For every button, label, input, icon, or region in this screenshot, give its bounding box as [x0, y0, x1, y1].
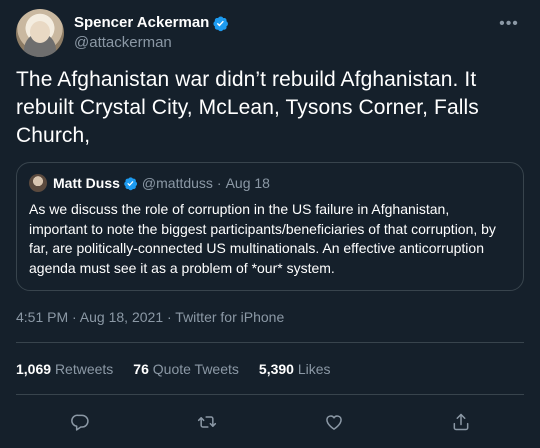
quoted-author-handle: @mattduss: [141, 175, 213, 191]
quoted-author-avatar: [29, 174, 47, 192]
verified-badge-icon: [213, 16, 229, 31]
quote-tweets-stat[interactable]: 76 Quote Tweets: [133, 361, 239, 377]
author-name-row: Spencer Ackerman: [74, 13, 494, 33]
author-display-name[interactable]: Spencer Ackerman: [74, 13, 209, 33]
author-avatar[interactable]: [16, 9, 64, 57]
reply-button[interactable]: [62, 404, 98, 440]
tweet-timestamp[interactable]: 4:51 PM · Aug 18, 2021 · Twitter for iPh…: [16, 307, 524, 327]
likes-count: 5,390: [258, 360, 294, 377]
retweet-button[interactable]: [189, 404, 225, 440]
quoted-tweet-header: Matt Duss @mattduss · Aug 18: [29, 173, 511, 193]
retweets-count: 1,069: [16, 360, 52, 377]
likes-label: Likes: [297, 360, 331, 377]
quoted-date: Aug 18: [225, 175, 270, 191]
quoted-separator: ·: [216, 175, 222, 191]
more-icon[interactable]: •••: [494, 15, 524, 33]
tweet-text: The Afghanistan war didn’t rebuild Afgha…: [16, 68, 479, 147]
share-button[interactable]: [443, 404, 479, 440]
retweets-label: Retweets: [54, 360, 114, 377]
author-handle[interactable]: @attackerman: [74, 33, 494, 53]
quoted-tweet-text: As we discuss the role of corruption in …: [29, 201, 496, 276]
retweet-icon: [197, 415, 216, 428]
quote-tweets-count: 76: [133, 360, 149, 377]
quoted-tweet[interactable]: Matt Duss @mattduss · Aug 18 As we discu…: [16, 162, 524, 291]
tweet-stats: 1,069 Retweets 76 Quote Tweets 5,390 Lik…: [16, 343, 524, 394]
reply-icon: [70, 414, 89, 431]
like-icon: [325, 414, 342, 430]
verified-badge-icon: [124, 176, 137, 190]
tweet-actions: [16, 395, 524, 448]
author-names: Spencer Ackerman @attackerman: [74, 13, 494, 53]
like-button[interactable]: [316, 404, 352, 440]
quoted-author-display-name: Matt Duss: [53, 175, 120, 191]
likes-stat[interactable]: 5,390 Likes: [259, 361, 331, 377]
share-icon: [453, 413, 468, 430]
tweet: Spencer Ackerman @attackerman ••• The Af…: [0, 0, 540, 431]
quote-tweets-label: Quote Tweets: [152, 360, 239, 377]
retweets-stat[interactable]: 1,069 Retweets: [16, 361, 113, 377]
tweet-header: Spencer Ackerman @attackerman •••: [16, 0, 524, 63]
